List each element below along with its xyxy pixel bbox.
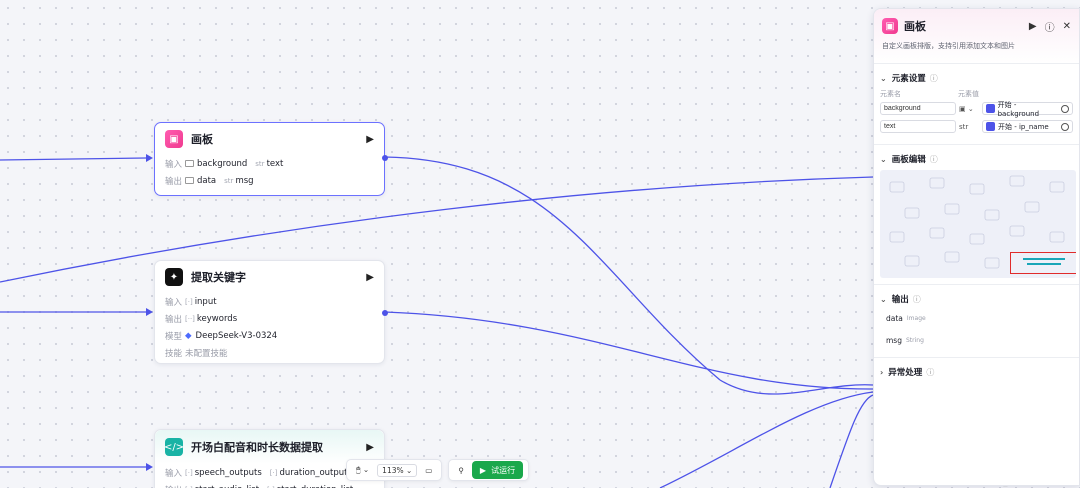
panel-description: 自定义画板排版，支持引用添加文本和图片 — [882, 42, 1015, 50]
start-node-icon — [986, 104, 995, 113]
element-row: ▣ ⌄ 开始 - background — [880, 101, 1073, 118]
canvas-preview[interactable] — [880, 170, 1076, 278]
node-outputs-row: 输出 data str msg — [165, 175, 254, 187]
element-value-ref[interactable]: 开始 - ip_name — [982, 120, 1073, 133]
node-outputs-row: 输出 [··] keywords — [165, 313, 238, 325]
info-icon[interactable]: ⓘ — [913, 294, 921, 305]
toolbar-controls: 🖱 ⌄ 113% ⌄ ▭ — [346, 459, 443, 481]
remove-icon[interactable] — [1061, 122, 1069, 131]
element-row: str 开始 - ip_name — [880, 120, 1073, 133]
element-settings-section: ⌄ 元素设置 ⓘ 元素名 元素值 ▣ ⌄ 开始 - background str… — [874, 63, 1079, 144]
chevron-right-icon: › — [880, 367, 884, 377]
output-section: ⌄ 输出 ⓘ data Image msg String — [874, 284, 1079, 357]
node-header: ▣ 画板 ▶ — [155, 123, 384, 155]
node-title: 提取关键字 — [191, 271, 246, 284]
info-icon[interactable]: ⓘ — [930, 154, 938, 165]
toolbar-actions: ⚲ ▶ 试运行 — [448, 459, 530, 481]
canvas-toolbar: 🖱 ⌄ 113% ⌄ ▭ ⚲ ▶ 试运行 — [346, 459, 530, 481]
output-port[interactable] — [382, 310, 388, 316]
deepseek-icon: ◆ — [185, 330, 192, 341]
keyword-extract-node[interactable]: ✦ 提取关键字 ▶ 输入 [·] input 输出 [··] keywords … — [154, 260, 388, 364]
panel-header: ▣ 画板 ▶ ⓘ ✕ 自定义画板排版，支持引用添加文本和图片 — [874, 9, 1079, 63]
node-inputs-row: 输入 [·] input — [165, 296, 217, 308]
node-outputs-row: 输出 [·] start_audio_list [·] start_durati… — [155, 481, 384, 488]
type-select[interactable]: str — [959, 123, 979, 131]
element-name-input[interactable] — [880, 102, 956, 115]
start-node-icon — [986, 122, 995, 131]
llm-icon: ✦ — [165, 268, 183, 286]
remove-icon[interactable] — [1061, 104, 1069, 113]
debug-icon[interactable]: ⚲ — [458, 466, 464, 475]
exception-section: › 异常处理 ⓘ — [874, 357, 1079, 386]
canvas-board-icon: ▣ — [882, 18, 898, 34]
section-header[interactable]: ⌄ 输出 ⓘ — [880, 291, 1073, 307]
chevron-down-icon: ⌄ — [880, 294, 887, 304]
run-node-icon[interactable]: ▶ — [366, 272, 374, 283]
chevron-down-icon: ⌄ — [880, 154, 887, 164]
output-item: data Image — [886, 313, 926, 323]
output-item: msg String — [886, 335, 924, 345]
canvas-board-icon: ▣ — [165, 130, 183, 148]
node-title: 开场白配音和时长数据提取 — [191, 441, 323, 454]
canvas-edit-section: ⌄ 画板编辑 ⓘ — [874, 144, 1079, 284]
node-config-panel: ▣ 画板 ▶ ⓘ ✕ 自定义画板排版，支持引用添加文本和图片 ⌄ 元素设置 ⓘ … — [873, 8, 1080, 486]
code-icon: </> — [164, 438, 184, 456]
image-type-icon — [185, 177, 194, 184]
help-icon[interactable]: ⓘ — [1045, 19, 1055, 34]
node-model-row: 模型 ◆ DeepSeek-V3-0324 — [165, 330, 278, 342]
info-icon[interactable]: ⓘ — [930, 73, 938, 84]
element-name-input[interactable] — [880, 120, 956, 133]
info-icon[interactable]: ⓘ — [926, 367, 934, 378]
selected-text-element[interactable] — [1010, 252, 1076, 274]
zoom-select[interactable]: 113% ⌄ — [377, 463, 418, 477]
section-header[interactable]: › 异常处理 ⓘ — [880, 364, 1073, 380]
panel-title: 画板 — [904, 20, 926, 33]
mouse-mode-icon[interactable]: 🖱 ⌄ — [356, 465, 369, 475]
close-icon[interactable]: ✕ — [1063, 21, 1071, 32]
node-skill-row: 技能 未配置技能 — [165, 348, 228, 359]
element-value-ref[interactable]: 开始 - background — [982, 101, 1073, 118]
node-title: 画板 — [191, 133, 213, 146]
chevron-down-icon: ⌄ — [880, 73, 887, 83]
canvas-board-node[interactable]: ▣ 画板 ▶ 输入 background str text 输出 data st… — [154, 122, 388, 196]
run-node-icon[interactable]: ▶ — [366, 442, 374, 453]
type-select[interactable]: ▣ ⌄ — [959, 105, 979, 113]
output-port[interactable] — [382, 155, 388, 161]
section-header[interactable]: ⌄ 画板编辑 ⓘ — [880, 151, 1073, 167]
node-inputs-row: 输入 background str text — [165, 158, 284, 170]
minimap-icon[interactable]: ▭ — [425, 466, 432, 475]
image-type-icon — [185, 160, 194, 167]
test-run-button[interactable]: ▶ 试运行 — [471, 461, 524, 479]
run-icon[interactable]: ▶ — [1029, 21, 1037, 32]
node-header: ✦ 提取关键字 ▶ — [155, 261, 384, 293]
section-header[interactable]: ⌄ 元素设置 ⓘ — [880, 70, 1073, 86]
run-node-icon[interactable]: ▶ — [366, 134, 374, 145]
